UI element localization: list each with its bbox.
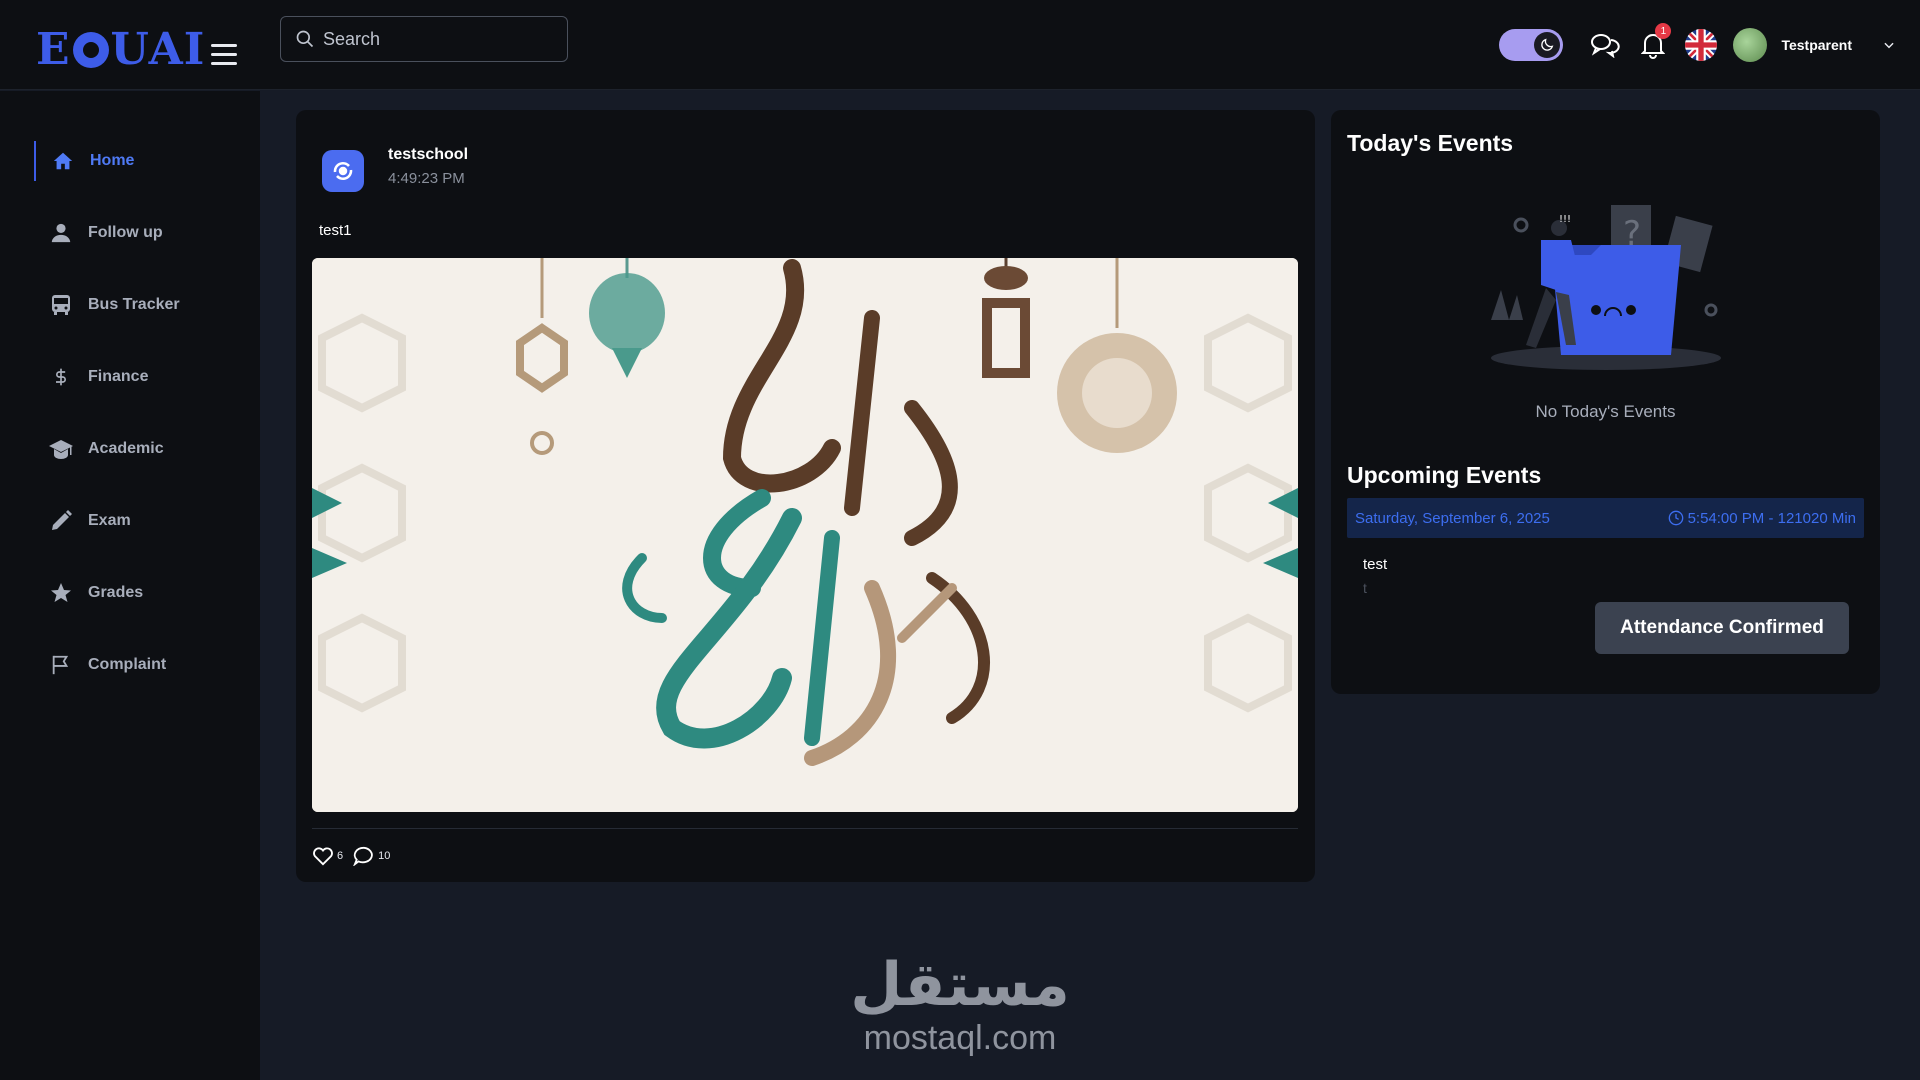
sidebar-item-label: Follow up bbox=[88, 224, 163, 241]
comment-icon bbox=[353, 846, 373, 866]
hamburger-line bbox=[211, 62, 237, 65]
school-avatar[interactable] bbox=[322, 150, 364, 192]
post-card: testschool 4:49:23 PM test1 6 10 bbox=[296, 110, 1315, 882]
event-time-info: 5:54:00 PM - 121020 Min bbox=[1668, 510, 1856, 527]
event-header[interactable]: Saturday, September 6, 2025 5:54:00 PM -… bbox=[1347, 498, 1864, 538]
sidebar-item-label: Complaint bbox=[88, 656, 167, 673]
event-description: t bbox=[1363, 580, 1367, 596]
events-panel: Today's Events ? !!! No Today's Events U… bbox=[1331, 110, 1880, 694]
heart-icon bbox=[313, 847, 333, 866]
school-logo-icon bbox=[333, 162, 353, 180]
sidebar-item-academic[interactable]: Academic bbox=[34, 429, 234, 469]
watermark-arabic: مستقل bbox=[850, 950, 1070, 1020]
sidebar-item-label: Grades bbox=[88, 584, 144, 601]
logo-right-text: UAI bbox=[110, 24, 206, 75]
menu-toggle-button[interactable] bbox=[211, 44, 237, 65]
flag-icon bbox=[48, 652, 74, 678]
notification-badge: 1 bbox=[1655, 23, 1672, 39]
top-bar: EUAI 1 Testparen bbox=[0, 0, 1920, 90]
svg-text:!!!: !!! bbox=[1559, 214, 1571, 225]
post-text: test1 bbox=[319, 222, 352, 239]
empty-folder-illustration: ? !!! bbox=[1481, 200, 1731, 380]
chat-button[interactable] bbox=[1587, 27, 1623, 63]
moon-icon bbox=[1534, 32, 1561, 58]
pencil-icon bbox=[48, 508, 74, 534]
like-button[interactable]: 6 bbox=[312, 846, 343, 866]
username-label[interactable]: Testparent bbox=[1781, 37, 1852, 53]
attendance-confirmed-button[interactable]: Attendance Confirmed bbox=[1595, 602, 1849, 654]
logo-left-text: E bbox=[36, 24, 71, 75]
hamburger-icon bbox=[211, 44, 237, 47]
event-title: test bbox=[1363, 556, 1388, 573]
sidebar-item-label: Academic bbox=[88, 440, 164, 457]
post-author[interactable]: testschool bbox=[388, 146, 468, 164]
search-box[interactable] bbox=[280, 16, 568, 62]
sidebar-item-finance[interactable]: Finance bbox=[34, 357, 234, 397]
sidebar-item-label: Exam bbox=[88, 512, 131, 529]
todays-events-title: Today's Events bbox=[1347, 130, 1514, 156]
event-date: Saturday, September 6, 2025 bbox=[1355, 509, 1550, 527]
post-timestamp: 4:49:23 PM bbox=[388, 170, 465, 187]
hamburger-line bbox=[211, 53, 237, 56]
sidebar-item-exam[interactable]: Exam bbox=[34, 501, 234, 541]
event-time: 5:54:00 PM - 121020 Min bbox=[1687, 509, 1856, 527]
comment-count: 10 bbox=[378, 850, 391, 862]
chat-icon bbox=[1591, 34, 1621, 58]
post-actions: 6 10 bbox=[312, 846, 400, 866]
post-divider bbox=[312, 828, 1298, 829]
sidebar-item-follow-up[interactable]: Follow up bbox=[34, 213, 234, 253]
sidebar-item-grades[interactable]: Grades bbox=[34, 573, 234, 613]
home-icon bbox=[50, 148, 76, 174]
dollar-icon bbox=[48, 364, 74, 390]
search-icon bbox=[296, 30, 314, 48]
sidebar-item-label: Finance bbox=[88, 368, 149, 385]
user-avatar[interactable] bbox=[1733, 28, 1768, 62]
graduation-cap-icon bbox=[48, 436, 74, 462]
upcoming-events-title: Upcoming Events bbox=[1347, 462, 1542, 488]
sidebar: Home Follow up Bus Tracker Finance Acade… bbox=[0, 91, 260, 1080]
sidebar-item-label: Home bbox=[90, 152, 135, 169]
dark-mode-toggle[interactable] bbox=[1499, 29, 1564, 61]
watermark-latin: mostaql.com bbox=[863, 1019, 1057, 1057]
notifications-button[interactable]: 1 bbox=[1635, 23, 1672, 63]
bus-icon bbox=[48, 292, 74, 318]
user-icon bbox=[48, 220, 74, 246]
post-image[interactable] bbox=[312, 258, 1298, 812]
no-events-message: No Today's Events bbox=[1535, 402, 1676, 421]
search-input[interactable] bbox=[323, 28, 553, 50]
chevron-down-icon[interactable] bbox=[1882, 38, 1896, 52]
language-flag-icon[interactable] bbox=[1685, 29, 1718, 61]
star-icon bbox=[48, 580, 74, 606]
mostaql-watermark: مستقل mostaql.com bbox=[840, 950, 1080, 1056]
app-logo[interactable]: E UAI bbox=[36, 28, 205, 72]
clock-icon bbox=[1668, 510, 1683, 526]
sidebar-item-complaint[interactable]: Complaint bbox=[34, 645, 234, 685]
sidebar-item-label: Bus Tracker bbox=[88, 296, 180, 313]
like-count: 6 bbox=[337, 850, 344, 862]
logo-globe-icon bbox=[72, 32, 109, 68]
sidebar-item-bus-tracker[interactable]: Bus Tracker bbox=[34, 285, 234, 325]
sidebar-item-home[interactable]: Home bbox=[34, 141, 234, 181]
comment-button[interactable]: 10 bbox=[353, 846, 390, 866]
